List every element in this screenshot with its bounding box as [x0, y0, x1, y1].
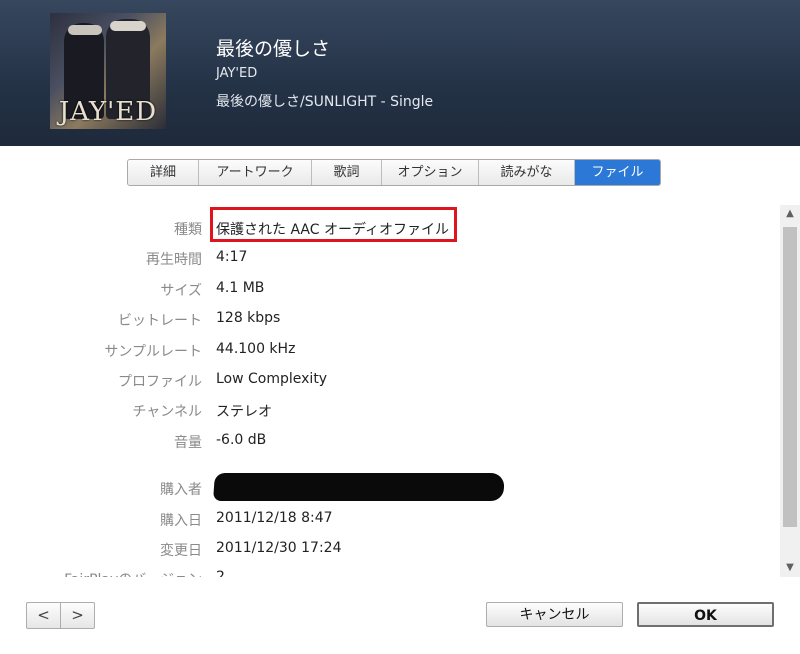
vertical-scrollbar[interactable]: ▲ ▼: [780, 205, 800, 577]
album-artwork: JAY'ED: [50, 13, 166, 129]
tab-details[interactable]: 詳細: [128, 160, 199, 185]
field-label: プロファイル: [118, 374, 202, 390]
field-value: 44.100 kHz: [216, 341, 296, 357]
artwork-logo: JAY'ED: [58, 97, 158, 127]
scroll-down-arrow-icon[interactable]: ▼: [780, 559, 800, 577]
field-value: 2: [216, 569, 225, 577]
track-header: JAY'ED 最後の優しさ JAY'ED 最後の優しさ/SUNLIGHT - S…: [0, 0, 800, 146]
field-label: 購入日: [160, 513, 202, 529]
field-value: -6.0 dB: [216, 432, 267, 448]
track-artist: JAY'ED: [216, 66, 258, 81]
field-label: 再生時間: [146, 252, 202, 268]
purchaser-redaction: [213, 473, 505, 501]
info-tab-bar: 詳細 アートワーク 歌詞 オプション 読みがな ファイル: [127, 159, 661, 186]
field-value: 128 kbps: [216, 310, 281, 326]
field-label: チャンネル: [132, 404, 202, 420]
tab-options[interactable]: オプション: [382, 160, 479, 185]
tab-sorting[interactable]: 読みがな: [479, 160, 575, 185]
field-label: ビットレート: [118, 313, 202, 329]
cancel-button[interactable]: キャンセル: [486, 602, 623, 627]
tab-artwork[interactable]: アートワーク: [199, 160, 312, 185]
field-label: サイズ: [160, 283, 202, 299]
scrollbar-thumb[interactable]: [783, 227, 797, 527]
tab-lyrics[interactable]: 歌詞: [312, 160, 382, 185]
field-label: FairPlayのバージョン: [64, 569, 202, 577]
track-title: 最後の優しさ: [216, 38, 331, 60]
field-row-profile: プロファイル Low Complexity: [0, 369, 780, 393]
field-row-purchase-date: 購入日 2011/12/18 8:47: [0, 508, 780, 532]
field-value: 2011/12/18 8:47: [216, 510, 333, 526]
field-value: 2011/12/30 17:24: [216, 540, 342, 556]
field-row-sample-rate: サンプルレート 44.100 kHz: [0, 339, 780, 363]
field-row-duration: 再生時間 4:17: [0, 247, 780, 271]
field-label: 変更日: [160, 543, 202, 559]
field-value: 4:17: [216, 249, 248, 265]
file-info-panel: 種類 保護された AAC オーディオファイル 再生時間 4:17 サイズ 4.1…: [0, 205, 780, 577]
field-row-channels: チャンネル ステレオ: [0, 399, 780, 423]
track-nav-group: < >: [26, 602, 95, 629]
artwork-hat-right: [110, 21, 146, 31]
artwork-hat-left: [68, 25, 102, 35]
ok-button[interactable]: OK: [637, 602, 774, 627]
kind-highlight-box: [210, 207, 457, 242]
field-value: 4.1 MB: [216, 280, 265, 296]
field-label: 種類: [174, 222, 202, 238]
field-row-fairplay: FairPlayのバージョン 2: [0, 567, 780, 577]
next-track-button[interactable]: >: [61, 603, 94, 628]
scroll-up-arrow-icon[interactable]: ▲: [780, 205, 800, 223]
field-label: 音量: [174, 435, 202, 451]
field-row-modified-date: 変更日 2011/12/30 17:24: [0, 538, 780, 562]
field-label: 購入者: [160, 482, 202, 498]
previous-track-button[interactable]: <: [27, 603, 61, 628]
track-album: 最後の優しさ/SUNLIGHT - Single: [216, 94, 434, 110]
tab-file[interactable]: ファイル: [575, 160, 660, 185]
field-value: Low Complexity: [216, 371, 328, 387]
field-value: ステレオ: [216, 404, 272, 420]
field-label: サンプルレート: [104, 344, 202, 360]
field-row-volume: 音量 -6.0 dB: [0, 430, 780, 454]
field-row-bitrate: ビットレート 128 kbps: [0, 308, 780, 332]
field-row-size: サイズ 4.1 MB: [0, 278, 780, 302]
